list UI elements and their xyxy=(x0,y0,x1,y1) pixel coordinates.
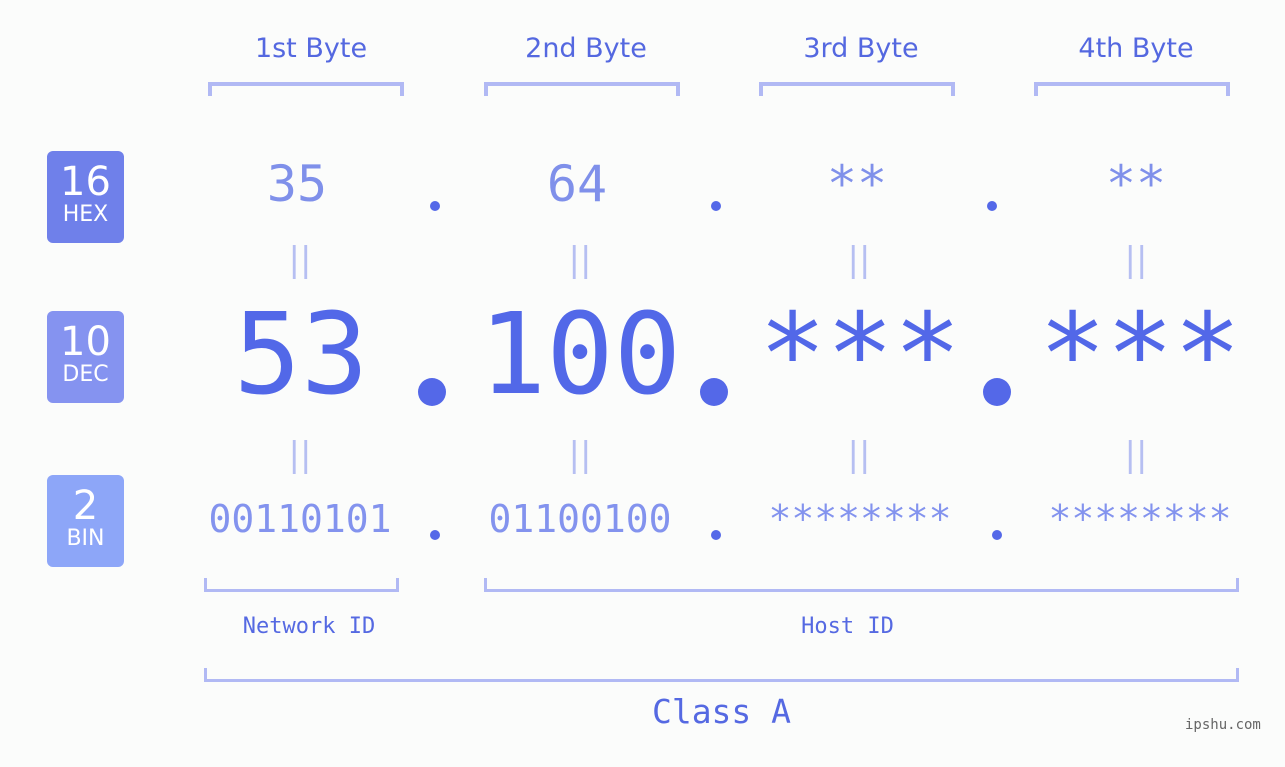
hex-badge-label: HEX xyxy=(62,202,109,227)
host-id-bracket xyxy=(484,578,1239,592)
byte-bracket-1 xyxy=(208,82,404,96)
byte-bracket-4 xyxy=(1034,82,1230,96)
equals-sign: || xyxy=(1124,435,1148,475)
bin-badge-number: 2 xyxy=(72,483,99,529)
dec-byte-2: 100 xyxy=(478,290,682,420)
equals-sign: || xyxy=(1124,240,1148,280)
bin-byte-3: ******** xyxy=(768,497,952,541)
dec-badge-label: DEC xyxy=(62,362,109,387)
hex-byte-3: ** xyxy=(826,155,888,213)
equals-sign: || xyxy=(568,435,592,475)
equals-sign: || xyxy=(847,435,871,475)
byte-header-3: 3rd Byte xyxy=(803,33,919,64)
bin-byte-4: ******** xyxy=(1048,497,1232,541)
watermark: ipshu.com xyxy=(1185,717,1261,733)
hex-byte-4: ** xyxy=(1105,155,1167,213)
byte-header-2: 2nd Byte xyxy=(525,33,647,64)
byte-header-4: 4th Byte xyxy=(1078,33,1194,64)
dec-byte-3: *** xyxy=(758,290,962,420)
equals-sign: || xyxy=(847,240,871,280)
hex-separator-dot xyxy=(711,201,721,211)
equals-sign: || xyxy=(288,435,312,475)
dec-badge-number: 10 xyxy=(60,319,111,365)
equals-sign: || xyxy=(568,240,592,280)
bin-badge-label: BIN xyxy=(66,526,105,551)
hex-byte-1: 35 xyxy=(266,155,328,213)
class-label: Class A xyxy=(651,692,792,731)
byte-bracket-2 xyxy=(484,82,680,96)
class-bracket xyxy=(204,668,1239,682)
host-id-label: Host ID xyxy=(801,614,894,639)
bin-separator-dot xyxy=(711,530,721,540)
equals-sign: || xyxy=(288,240,312,280)
dec-separator-dot xyxy=(418,378,446,406)
bin-separator-dot xyxy=(992,530,1002,540)
byte-header-1: 1st Byte xyxy=(254,33,368,64)
network-id-label: Network ID xyxy=(242,614,376,639)
dec-separator-dot xyxy=(983,378,1011,406)
dec-byte-1: 53 xyxy=(233,290,369,420)
hex-byte-2: 64 xyxy=(546,155,608,213)
bin-badge: 2 BIN xyxy=(47,475,124,567)
hex-separator-dot xyxy=(430,201,440,211)
dec-byte-4: *** xyxy=(1038,290,1242,420)
hex-badge: 16 HEX xyxy=(47,151,124,243)
dec-separator-dot xyxy=(700,378,728,406)
bin-byte-1: 00110101 xyxy=(208,497,392,541)
bin-byte-2: 01100100 xyxy=(488,497,672,541)
dec-badge: 10 DEC xyxy=(47,311,124,403)
byte-bracket-3 xyxy=(759,82,955,96)
bin-separator-dot xyxy=(430,530,440,540)
hex-badge-number: 16 xyxy=(60,159,111,205)
hex-separator-dot xyxy=(987,201,997,211)
network-id-bracket xyxy=(204,578,399,592)
